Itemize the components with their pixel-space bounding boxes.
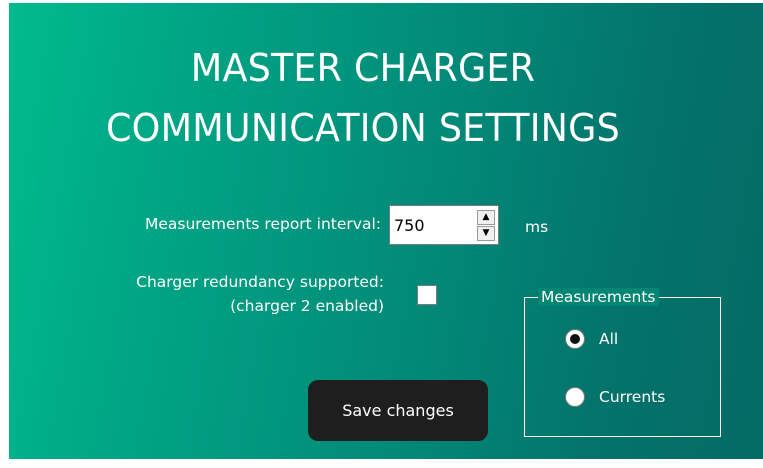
interval-unit: ms <box>525 218 549 236</box>
radio-currents[interactable] <box>565 387 585 407</box>
settings-panel: MASTER CHARGER COMMUNICATION SETTINGS Me… <box>9 3 763 459</box>
radio-selected-dot-icon <box>570 334 580 344</box>
spin-up-icon[interactable]: ▲ <box>477 210 495 225</box>
page-title-line-2: COMMUNICATION SETTINGS <box>106 106 620 150</box>
interval-spinbox[interactable]: 750 ▲ ▼ <box>389 205 499 245</box>
radio-currents-label[interactable]: Currents <box>599 386 665 408</box>
redundancy-label: Charger redundancy supported: <box>136 273 384 291</box>
radio-all[interactable] <box>565 329 585 349</box>
redundancy-sublabel: (charger 2 enabled) <box>230 297 384 315</box>
page-title-line-1: MASTER CHARGER <box>190 46 536 90</box>
save-changes-button[interactable]: Save changes <box>308 380 488 441</box>
interval-label: Measurements report interval: <box>145 215 381 233</box>
interval-value[interactable]: 750 <box>394 206 425 244</box>
redundancy-checkbox[interactable] <box>417 285 437 305</box>
measurements-group-title: Measurements <box>538 288 659 306</box>
spin-down-icon[interactable]: ▼ <box>477 226 495 241</box>
measurements-groupbox <box>524 297 721 437</box>
radio-all-label[interactable]: All <box>599 328 618 350</box>
